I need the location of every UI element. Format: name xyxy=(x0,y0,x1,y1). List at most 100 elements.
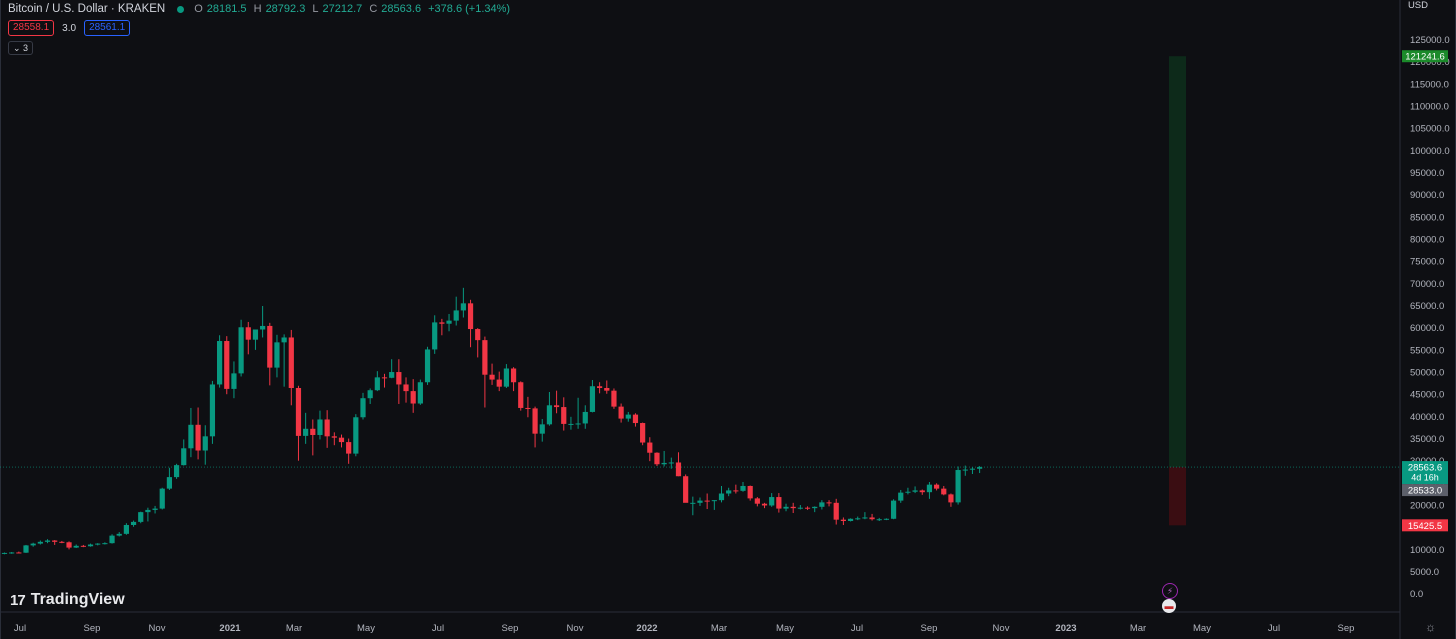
candle-body xyxy=(948,494,954,503)
candle-body xyxy=(604,388,610,391)
candle xyxy=(726,487,732,497)
y-tick-label: 5000.0 xyxy=(1410,567,1439,578)
price-chart[interactable]: 0.05000.010000.015000.020000.025000.0300… xyxy=(0,0,1456,639)
candle-body xyxy=(188,424,194,449)
candle xyxy=(525,396,531,418)
y-tick-label: 45000.0 xyxy=(1410,390,1444,401)
tradingview-logo[interactable]: 17 TradingView xyxy=(10,591,125,609)
y-tick-label: 95000.0 xyxy=(1410,168,1444,179)
candle-body xyxy=(389,372,395,378)
candle xyxy=(898,489,904,503)
candle xyxy=(804,506,811,510)
candle xyxy=(267,322,273,386)
candle-body xyxy=(310,428,316,435)
trade-panel: 28558.1 3.0 28561.1 xyxy=(8,20,131,36)
symbol-title[interactable]: Bitcoin / U.S. Dollar · KRAKEN xyxy=(8,3,165,15)
y-tick-label: 100000.0 xyxy=(1410,146,1450,157)
x-tick-label: 2023 xyxy=(1055,623,1076,634)
candle-body xyxy=(217,341,223,385)
candle-body xyxy=(446,320,452,324)
candle-body xyxy=(267,325,273,368)
candle xyxy=(482,336,488,408)
candle xyxy=(503,364,509,389)
candle-body xyxy=(467,303,474,330)
candle-body xyxy=(59,541,65,543)
candle-body xyxy=(331,436,337,438)
candle-body xyxy=(654,452,660,465)
candle xyxy=(87,543,94,547)
candle xyxy=(331,432,337,446)
y-tick-label: 20000.0 xyxy=(1410,501,1444,512)
candle xyxy=(640,422,646,446)
candle-body xyxy=(647,442,653,453)
candle-body xyxy=(87,544,94,547)
candle-body xyxy=(934,484,940,489)
candle xyxy=(181,439,187,466)
candle xyxy=(403,377,409,403)
candle-body xyxy=(95,543,101,545)
candle xyxy=(647,437,653,462)
candle xyxy=(934,483,940,491)
candle xyxy=(432,315,438,354)
candle xyxy=(690,496,696,516)
us-flag-icon[interactable]: ▬ xyxy=(1162,599,1176,613)
candle-body xyxy=(804,507,811,509)
candle xyxy=(80,544,86,548)
candle xyxy=(44,539,51,544)
x-tick-label: Nov xyxy=(149,623,166,634)
candle-body xyxy=(109,535,115,544)
candle-body xyxy=(245,327,251,340)
y-tick-label: 80000.0 xyxy=(1410,235,1444,246)
candle-body xyxy=(396,372,402,385)
candle xyxy=(611,388,617,409)
candle xyxy=(711,500,717,510)
candle-body xyxy=(632,414,639,424)
candle-body xyxy=(453,310,459,321)
candle-body xyxy=(482,340,488,375)
gear-icon[interactable]: ☼ xyxy=(1425,620,1436,634)
candle-body xyxy=(898,492,904,501)
candle xyxy=(166,467,173,490)
candle xyxy=(446,313,452,332)
x-tick-label: Jul xyxy=(851,623,863,634)
candle-body xyxy=(769,497,775,506)
x-tick-label: Jul xyxy=(1268,623,1280,634)
candle-body xyxy=(833,502,839,520)
x-tick-label: Mar xyxy=(1130,623,1146,634)
indicators-toggle-button[interactable]: ⌄ 3 xyxy=(8,41,34,55)
logo-text: TradingView xyxy=(30,591,125,608)
candle xyxy=(826,500,832,507)
candle xyxy=(102,542,108,545)
candle-body xyxy=(510,368,517,383)
candle-body xyxy=(317,419,323,435)
candle-body xyxy=(231,373,237,389)
x-tick-label: Jul xyxy=(432,623,444,634)
candle-body xyxy=(539,424,545,434)
candle-body xyxy=(912,490,918,492)
candle xyxy=(890,499,897,520)
candle xyxy=(95,543,101,546)
candle xyxy=(532,406,538,448)
candle xyxy=(303,412,309,444)
flash-icon[interactable]: ⚡ xyxy=(1162,583,1178,599)
candle xyxy=(518,381,524,411)
candle-body xyxy=(353,417,359,454)
candle xyxy=(9,552,15,554)
candle-body xyxy=(410,391,416,404)
candle xyxy=(776,493,782,513)
candle xyxy=(202,425,208,465)
y-tick-label: 65000.0 xyxy=(1410,301,1444,312)
candle xyxy=(582,405,588,429)
candle-body xyxy=(424,349,431,383)
sell-button[interactable]: 28558.1 xyxy=(8,20,55,36)
candle xyxy=(489,363,495,385)
buy-button[interactable]: 28561.1 xyxy=(84,20,131,36)
candle-body xyxy=(202,436,208,451)
x-tick-label: Sep xyxy=(502,623,519,634)
currency-selector[interactable]: USD xyxy=(1408,0,1428,11)
candle-body xyxy=(561,407,567,424)
x-tick-label: Mar xyxy=(711,623,727,634)
candle xyxy=(123,523,129,535)
y-tick-label: 110000.0 xyxy=(1410,102,1449,113)
x-tick-label: Mar xyxy=(286,623,302,634)
